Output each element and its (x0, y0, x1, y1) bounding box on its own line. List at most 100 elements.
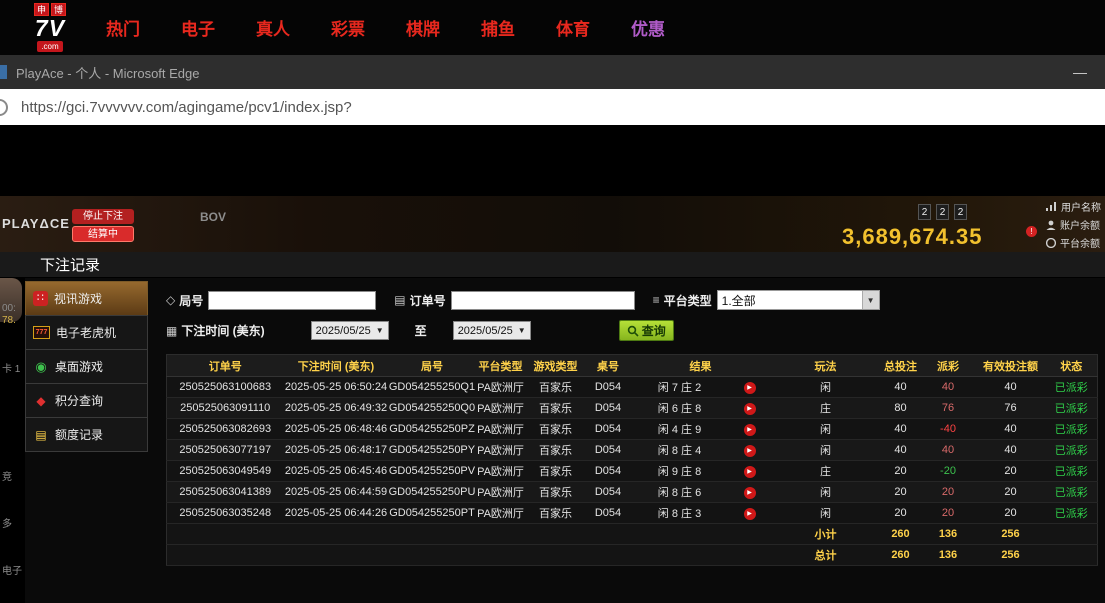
background-text-fragment: 电子 (2, 562, 22, 577)
date-to-select[interactable]: 2025/05/25 ▼ (453, 321, 531, 340)
sum-payout: 136 (921, 524, 976, 545)
stop-betting-button[interactable]: 停止下注 (72, 209, 134, 224)
sidebar-item-table-games[interactable]: ◉ 桌面游戏 (25, 349, 148, 384)
col-round: 局号 (389, 355, 476, 377)
logo-suffix: .com (37, 41, 62, 52)
nav-item-live[interactable]: 真人 (256, 15, 290, 40)
cell-platform: PA欧洲厅 (476, 377, 526, 398)
replay-icon[interactable]: ▶ (744, 403, 756, 415)
round-input[interactable] (208, 291, 376, 310)
cell-table-no: D054 (586, 503, 631, 524)
platform-select[interactable]: 1.全部 ▼ (717, 290, 880, 310)
bet-time-label: 下注时间 (美东) (181, 322, 264, 339)
user-icon (1046, 220, 1056, 230)
cell-platform: PA欧洲厅 (476, 482, 526, 503)
sidebar-item-live-games[interactable]: ∷ 视讯游戏 (25, 281, 148, 316)
col-table-no: 桌号 (586, 355, 631, 377)
cell-result: 闲 8 庄 4 (631, 440, 729, 461)
reload-icon[interactable] (0, 99, 8, 116)
replay-icon[interactable]: ▶ (744, 466, 756, 478)
cell-replay: ▶ (729, 398, 771, 419)
cell-order: 250525063082693 (167, 419, 284, 440)
cell-replay: ▶ (729, 503, 771, 524)
table-cell (167, 524, 771, 545)
table-row: 2505250631006832025-05-25 06:50:24GD0542… (167, 377, 1098, 398)
replay-icon[interactable]: ▶ (744, 424, 756, 436)
sum-total: 260 (881, 545, 921, 566)
nav-item-lottery[interactable]: 彩票 (331, 15, 365, 40)
cell-platform: PA欧洲厅 (476, 503, 526, 524)
round-label: 局号 (179, 292, 203, 309)
cell-valid-bet: 76 (976, 398, 1046, 419)
cell-game-type: 百家乐 (526, 419, 586, 440)
settling-button[interactable]: 结算中 (72, 226, 134, 242)
main-nav: 热门 电子 真人 彩票 棋牌 捕鱼 体育 优惠 (106, 15, 665, 40)
bet-record-panel: 下注记录 00: 78. 卡 1 竞 多 电子 ∷ 视讯游戏 777 电子老虎机… (0, 252, 1105, 603)
replay-icon[interactable]: ▶ (744, 382, 756, 394)
cell-platform: PA欧洲厅 (476, 461, 526, 482)
cell-total-bet: 80 (881, 398, 921, 419)
cell-play: 闲 (771, 440, 881, 461)
cell-result: 闲 8 庄 6 (631, 482, 729, 503)
order-input[interactable] (451, 291, 635, 310)
address-bar[interactable]: https://gci.7vvvvvv.com/agingame/pcv1/in… (21, 99, 352, 116)
chevron-down-icon: ▼ (862, 291, 879, 309)
left-gutter: 00: 78. 卡 1 竞 多 电子 (0, 278, 25, 603)
cell-round-id: GD054255250PV (389, 461, 476, 482)
logo-main: 7V (35, 16, 65, 41)
table-row: 2505250630352482025-05-25 06:44:26GD0542… (167, 503, 1098, 524)
cell-replay: ▶ (729, 440, 771, 461)
total-row: 总计260136256 (167, 545, 1098, 566)
cell-play: 闲 (771, 419, 881, 440)
cell-result: 闲 7 庄 2 (631, 377, 729, 398)
main-content: ◇ 局号 ▤ 订单号 ≡ 平台类型 1.全部 ▼ ▦ 下注时间 (美东) 202… (152, 282, 1097, 602)
dice-icon: ∷ (33, 291, 48, 306)
date-from-select[interactable]: 2025/05/25 ▼ (311, 321, 389, 340)
sidebar-item-label: 桌面游戏 (55, 358, 103, 375)
cell-round-id: GD054255250PT (389, 503, 476, 524)
window-favicon (0, 65, 7, 79)
cell-bet-time: 2025-05-25 06:49:32 (284, 398, 389, 419)
cell-replay: ▶ (729, 482, 771, 503)
nav-item-promo[interactable]: 优惠 (631, 15, 665, 40)
sidebar-item-points-query[interactable]: ◆ 积分查询 (25, 383, 148, 418)
replay-icon[interactable]: ▶ (744, 487, 756, 499)
col-order: 订单号 (167, 355, 284, 377)
background-text-fragment: 00: (2, 303, 16, 314)
panel-title: 下注记录 (40, 254, 100, 275)
card-value: 2 (954, 204, 967, 220)
replay-icon[interactable]: ▶ (744, 445, 756, 457)
cell-bet-time: 2025-05-25 06:44:26 (284, 503, 389, 524)
nav-item-hot[interactable]: 热门 (106, 15, 140, 40)
nav-item-slots[interactable]: 电子 (181, 15, 215, 40)
nav-item-fishing[interactable]: 捕鱼 (481, 15, 515, 40)
cell-total-bet: 40 (881, 440, 921, 461)
col-result: 结果 (631, 355, 771, 377)
table-cell (1046, 524, 1098, 545)
cell-order: 250525063100683 (167, 377, 284, 398)
cell-total-bet: 20 (881, 482, 921, 503)
panel-header: 下注记录 (0, 252, 1105, 278)
search-button[interactable]: 查询 (619, 320, 674, 341)
cell-table-no: D054 (586, 419, 631, 440)
replay-icon[interactable]: ▶ (744, 508, 756, 520)
cell-valid-bet: 40 (976, 440, 1046, 461)
cell-table-no: D054 (586, 398, 631, 419)
col-play: 玩法 (771, 355, 881, 377)
date-from-value: 2025/05/25 (316, 325, 371, 337)
cell-total-bet: 40 (881, 377, 921, 398)
cell-result: 闲 4 庄 9 (631, 419, 729, 440)
cell-round-id: GD054255250PU (389, 482, 476, 503)
calendar-icon: ▦ (166, 324, 177, 338)
cell-table-no: D054 (586, 482, 631, 503)
sidebar-item-slot-machines[interactable]: 777 电子老虎机 (25, 315, 148, 350)
username-label: 用户名称 (1061, 199, 1101, 214)
minimize-button[interactable]: — (1073, 64, 1087, 80)
nav-item-sports[interactable]: 体育 (556, 15, 590, 40)
cell-platform: PA欧洲厅 (476, 419, 526, 440)
nav-item-cards[interactable]: 棋牌 (406, 15, 440, 40)
cell-bet-time: 2025-05-25 06:50:24 (284, 377, 389, 398)
sum-total: 260 (881, 524, 921, 545)
site-logo[interactable]: 申 博 7V .com (18, 3, 82, 52)
sidebar-item-credit-records[interactable]: ▤ 额度记录 (25, 417, 148, 452)
